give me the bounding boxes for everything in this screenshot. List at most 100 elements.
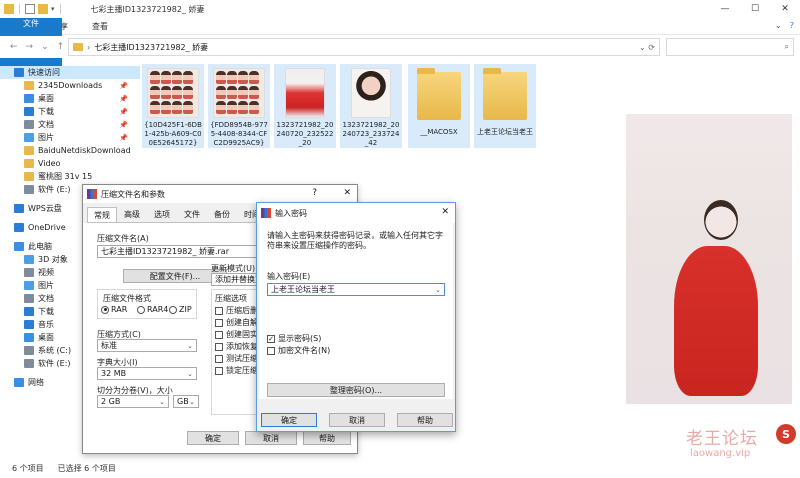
sidebar-item[interactable]: Video xyxy=(0,157,140,170)
sidebar-item[interactable]: 快速访问 xyxy=(0,66,140,79)
update-mode-select[interactable]: 添加并替换文 xyxy=(211,273,257,286)
sidebar-item[interactable]: 下载 📌 xyxy=(0,105,140,118)
file-item[interactable]: 1323721982_20240723_233724_42 xyxy=(340,64,402,148)
drive-icon xyxy=(24,359,34,368)
option-test[interactable]: 测试压缩 xyxy=(215,353,258,364)
close-icon[interactable]: ✕ xyxy=(343,188,351,198)
ok-button[interactable]: 确定 xyxy=(261,413,317,427)
sidebar-item[interactable]: 蜜桃图 31v 15 xyxy=(0,170,140,183)
help-button[interactable]: 帮助 xyxy=(397,413,453,427)
pin-icon[interactable]: 📌 xyxy=(119,95,128,103)
new-folder-icon[interactable] xyxy=(38,4,48,14)
sidebar-item-label: 蜜桃图 31v 15 xyxy=(38,172,93,181)
option-delete-after[interactable]: 压缩后删 xyxy=(215,305,258,316)
breadcrumb-chevron-icon[interactable]: › xyxy=(87,43,90,52)
file-item[interactable]: {10D425F1-6DB1-425b-A609-C00E52645172} xyxy=(142,64,204,148)
dialog-title: 压缩文件名和参数 xyxy=(101,189,165,199)
organize-passwords-button[interactable]: 整理密码(O)... xyxy=(267,383,445,397)
tab-backup[interactable]: 备份 xyxy=(207,207,237,222)
password-input[interactable]: 上老王论坛当老王 ⌄ xyxy=(267,283,445,296)
pin-icon[interactable]: 📌 xyxy=(119,121,128,129)
preview-subject-dress xyxy=(674,246,758,396)
download-icon xyxy=(24,107,34,116)
sidebar-item[interactable]: BaiduNetdiskDownload xyxy=(0,144,140,157)
breadcrumb[interactable]: 七彩主播ID1323721982_ 娇妻 xyxy=(94,42,208,53)
sidebar-item-label: 文档 xyxy=(38,120,54,129)
file-item[interactable]: {FDD8954B-9775-4408-8344-CFC2D9925AC9} xyxy=(208,64,270,148)
folder-icon xyxy=(417,68,461,120)
close-icon[interactable]: ✕ xyxy=(441,207,449,217)
tab-files[interactable]: 文件 xyxy=(177,207,207,222)
split-size-input[interactable]: 2 GB ⌄ xyxy=(97,395,169,408)
method-select[interactable]: 标准 ⌄ xyxy=(97,339,197,352)
sidebar-item-label: WPS云盘 xyxy=(28,204,62,213)
dialog-body: 请输入主密码来获得密码记录，或输入任何其它字符串来设置压缩操作的密码。 输入密码… xyxy=(259,223,453,399)
archive-name-input[interactable]: 七彩主播ID1323721982_ 娇妻.rar xyxy=(97,245,257,258)
show-password-checkbox[interactable]: ✓ 显示密码(S) xyxy=(267,333,321,344)
option-recovery[interactable]: 添加恢复 xyxy=(215,341,258,352)
sidebar-item-label: 音乐 xyxy=(38,320,54,329)
sidebar-item-label: 网络 xyxy=(28,378,44,387)
help-button[interactable]: 帮助 xyxy=(303,431,351,445)
checkbox-icon[interactable] xyxy=(25,4,35,14)
tab-advanced[interactable]: 高级 xyxy=(117,207,147,222)
divider xyxy=(19,4,20,14)
sidebar-item-label: 图片 xyxy=(38,133,54,142)
option-lock[interactable]: 锁定压缩 xyxy=(215,365,258,376)
forward-icon[interactable]: → xyxy=(26,42,34,52)
format-rar-radio[interactable]: RAR xyxy=(101,305,127,314)
sidebar-item[interactable]: 文档 📌 xyxy=(0,118,140,131)
pin-icon[interactable]: 📌 xyxy=(119,108,128,116)
folder-item[interactable]: 上老王论坛当老王 xyxy=(474,64,536,148)
sidebar-item-label: 软件 (E:) xyxy=(38,185,71,194)
format-zip-radio[interactable]: ZIP xyxy=(169,305,192,314)
ok-button[interactable]: 确定 xyxy=(187,431,239,445)
sidebar-item[interactable]: 桌面 📌 xyxy=(0,92,140,105)
sidebar-item[interactable]: 2345Downloads 📌 xyxy=(0,79,140,92)
option-sfx[interactable]: 创建自解 xyxy=(215,317,258,328)
item-count: 6 个项目 xyxy=(12,463,44,473)
split-unit-select[interactable]: GB ⌄ xyxy=(173,395,199,408)
winrar-icon xyxy=(87,189,97,199)
tab-general[interactable]: 常规 xyxy=(87,207,117,222)
back-icon[interactable]: ← xyxy=(10,42,18,52)
pin-icon[interactable]: 📌 xyxy=(119,82,128,90)
format-rar4-radio[interactable]: RAR4 xyxy=(137,305,168,314)
sidebar-item-label: 图片 xyxy=(38,281,54,290)
sidebar-item-label: Video xyxy=(38,159,61,168)
format-group-label: 压缩文件格式 xyxy=(103,294,151,303)
file-name: __MACOSX xyxy=(420,128,458,136)
option-solid[interactable]: 创建固实 xyxy=(215,329,258,340)
maximize-button[interactable]: ☐ xyxy=(740,0,770,18)
recent-chevron-icon[interactable]: ⌄ xyxy=(41,42,49,52)
nav-buttons: ← → ⌄ ↑ xyxy=(0,42,64,52)
chevron-down-icon[interactable]: ⌄ xyxy=(775,21,782,30)
up-icon[interactable]: ↑ xyxy=(57,42,65,52)
dictionary-select[interactable]: 32 MB ⌄ xyxy=(97,367,197,380)
sidebar-item-label: 文档 xyxy=(38,294,54,303)
sidebar-item-label: 视频 xyxy=(38,268,54,277)
document-icon xyxy=(24,120,34,129)
file-name: 上老王论坛当老王 xyxy=(477,128,533,136)
cancel-button[interactable]: 取消 xyxy=(245,431,297,445)
chevron-down-icon[interactable]: ▾ xyxy=(51,5,55,13)
close-button[interactable]: ✕ xyxy=(770,0,800,18)
file-item[interactable]: 1323721982_20240720_232522_20 xyxy=(274,64,336,148)
folder-icon xyxy=(73,43,83,51)
help-icon[interactable]: ? xyxy=(312,188,317,198)
folder-icon xyxy=(24,81,34,90)
address-bar[interactable]: › 七彩主播ID1323721982_ 娇妻 ⌄ ⟳ xyxy=(68,38,660,56)
tab-options[interactable]: 选项 xyxy=(147,207,177,222)
minimize-button[interactable]: — xyxy=(710,0,740,18)
encrypt-filenames-checkbox[interactable]: 加密文件名(N) xyxy=(267,345,330,356)
network-icon xyxy=(14,378,24,387)
tab-view[interactable]: 查看 xyxy=(80,18,120,34)
folder-item[interactable]: __MACOSX xyxy=(408,64,470,148)
refresh-icon[interactable]: ⌄ ⟳ xyxy=(639,43,655,52)
selection-count: 已选择 6 个项目 xyxy=(57,463,116,473)
pin-icon[interactable]: 📌 xyxy=(119,134,128,142)
sidebar-item[interactable]: 图片 📌 xyxy=(0,131,140,144)
search-input[interactable]: ⌕ xyxy=(666,38,794,56)
help-icon[interactable]: ? xyxy=(790,21,794,30)
cancel-button[interactable]: 取消 xyxy=(329,413,385,427)
